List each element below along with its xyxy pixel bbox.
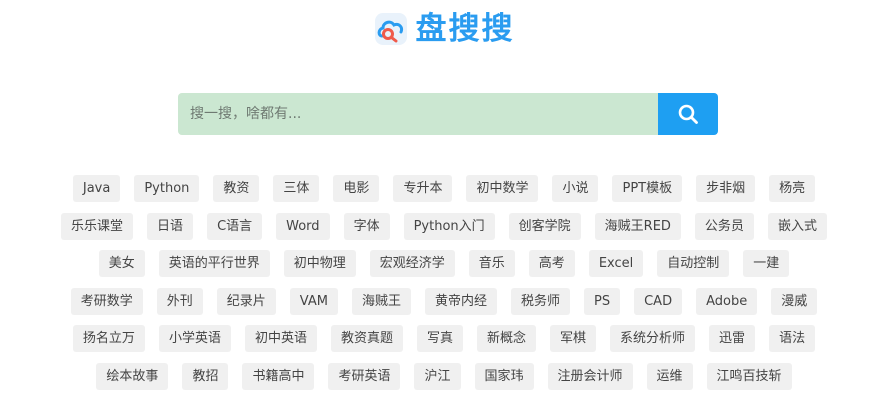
tag-link[interactable]: 绘本故事 — [96, 363, 168, 390]
search-button[interactable] — [658, 93, 718, 135]
tag-link[interactable]: 公务员 — [695, 213, 754, 240]
tag-link[interactable]: 英语的平行世界 — [159, 250, 270, 277]
tag-link[interactable]: 一建 — [743, 250, 789, 277]
tag-link[interactable]: 系统分析师 — [610, 325, 695, 352]
tag-link[interactable]: 三体 — [273, 175, 319, 202]
tag-link[interactable]: 写真 — [417, 325, 463, 352]
tag-link[interactable]: C语言 — [207, 213, 262, 240]
tag-link[interactable]: 语法 — [769, 325, 815, 352]
tag-link[interactable]: 沪江 — [414, 363, 460, 390]
tag-link[interactable]: 专升本 — [393, 175, 452, 202]
tag-link[interactable]: 外刊 — [157, 288, 203, 315]
tag-link[interactable]: Java — [73, 175, 120, 202]
tag-row: 乐乐课堂日语 C语言 Word 字体 Python入门创客学院海贼王RED 公务员嵌入式 — [30, 213, 858, 251]
tag-link[interactable]: 创客学院 — [509, 213, 581, 240]
tag-link[interactable]: 教招 — [182, 363, 228, 390]
tag-link[interactable]: 日语 — [147, 213, 193, 240]
tag-link[interactable]: 税务师 — [511, 288, 570, 315]
tag-link[interactable]: 初中数学 — [466, 175, 538, 202]
tag-link[interactable]: 江鸣百技斩 — [707, 363, 792, 390]
tag-link[interactable]: 纪录片 — [217, 288, 276, 315]
tag-row: Java Python 教资三体电影专升本初中数学小说 PPT模板步非烟杨亮 — [30, 175, 858, 213]
tag-link[interactable]: 美女 — [99, 250, 145, 277]
cloud-search-logo-icon — [374, 12, 408, 46]
tag-link[interactable]: 漫威 — [771, 288, 817, 315]
tag-row: 扬名立万小学英语初中英语教资真题写真新概念军棋系统分析师迅雷语法 — [30, 325, 858, 363]
tag-link[interactable]: 小学英语 — [159, 325, 231, 352]
tag-link[interactable]: 音乐 — [469, 250, 515, 277]
tag-link[interactable]: 字体 — [344, 213, 390, 240]
tag-link[interactable]: 电影 — [333, 175, 379, 202]
tag-link[interactable]: Adobe — [696, 288, 757, 315]
tag-row: 考研数学外刊纪录片 VAM 海贼王黄帝内经税务师 PS CAD Adobe 漫威 — [30, 288, 858, 326]
tag-link[interactable]: 运维 — [647, 363, 693, 390]
search-icon — [677, 103, 699, 125]
tag-row: 美女英语的平行世界初中物理宏观经济学音乐高考 Excel 自动控制一建 — [30, 250, 858, 288]
tag-link[interactable]: 初中英语 — [245, 325, 317, 352]
tag-link[interactable]: 教资真题 — [331, 325, 403, 352]
tag-row: 绘本故事教招书籍高中考研英语沪江国家玮注册会计师运维江鸣百技斩 — [30, 363, 858, 400]
tag-link[interactable]: Word — [276, 213, 329, 240]
tag-link[interactable]: 宏观经济学 — [370, 250, 455, 277]
tag-link[interactable]: 军棋 — [550, 325, 596, 352]
tag-link[interactable]: 小说 — [552, 175, 598, 202]
tag-link[interactable]: 国家玮 — [475, 363, 534, 390]
tag-link[interactable]: 书籍高中 — [242, 363, 314, 390]
tag-link[interactable]: CAD — [634, 288, 682, 315]
search-input[interactable] — [178, 93, 658, 135]
tag-link[interactable]: 注册会计师 — [548, 363, 633, 390]
tag-link[interactable]: Python — [134, 175, 199, 202]
site-name: 盘搜搜 — [416, 6, 515, 52]
tag-link[interactable]: 海贼王RED — [595, 213, 681, 240]
tag-link[interactable]: VAM — [290, 288, 338, 315]
tag-link[interactable]: Python入门 — [404, 213, 495, 240]
tag-link[interactable]: PPT模板 — [612, 175, 682, 202]
tag-link[interactable]: Excel — [589, 250, 643, 277]
tag-link[interactable]: 考研英语 — [328, 363, 400, 390]
tag-link[interactable]: 新概念 — [477, 325, 536, 352]
tag-link[interactable]: 黄帝内经 — [425, 288, 497, 315]
tag-link[interactable]: 高考 — [529, 250, 575, 277]
hot-tags: Java Python 教资三体电影专升本初中数学小说 PPT模板步非烟杨亮乐乐课堂日… — [30, 175, 858, 400]
tag-link[interactable]: 海贼王 — [352, 288, 411, 315]
tag-link[interactable]: 扬名立万 — [73, 325, 145, 352]
tag-link[interactable]: 教资 — [213, 175, 259, 202]
tag-link[interactable]: 杨亮 — [769, 175, 815, 202]
tag-link[interactable]: 考研数学 — [71, 288, 143, 315]
tag-link[interactable]: 自动控制 — [657, 250, 729, 277]
site-logo[interactable]: 盘搜搜 — [0, 6, 888, 52]
tag-link[interactable]: 初中物理 — [284, 250, 356, 277]
search-bar — [178, 93, 718, 135]
tag-link[interactable]: 迅雷 — [709, 325, 755, 352]
tag-link[interactable]: 步非烟 — [696, 175, 755, 202]
tag-link[interactable]: 乐乐课堂 — [61, 213, 133, 240]
tag-link[interactable]: PS — [584, 288, 620, 315]
tag-link[interactable]: 嵌入式 — [768, 213, 827, 240]
